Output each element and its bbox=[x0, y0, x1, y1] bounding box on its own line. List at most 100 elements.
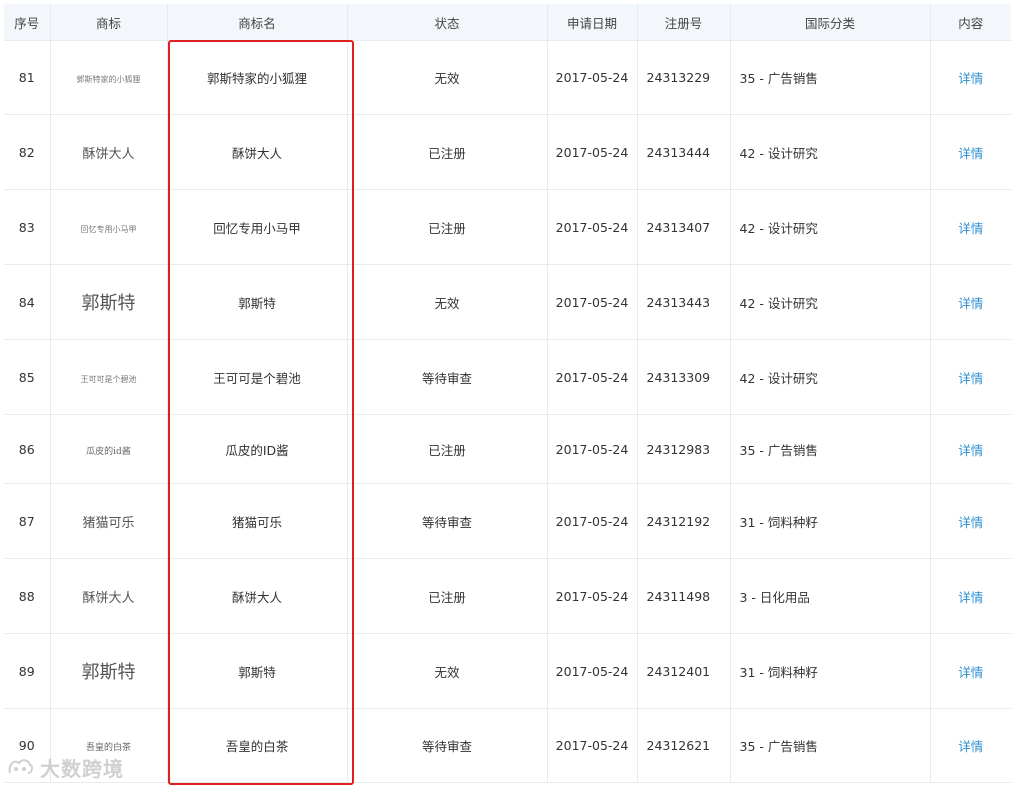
detail-link[interactable]: 详情 bbox=[930, 189, 1011, 265]
trademark-image-text: 王可可是个碧池 bbox=[80, 374, 137, 384]
col-header-class[interactable]: 国际分类 bbox=[730, 4, 931, 41]
trademark-name: 郭斯特 bbox=[167, 264, 348, 340]
row-index-text: 82 bbox=[18, 144, 35, 160]
trademark-status-text: 无效 bbox=[434, 664, 460, 680]
registration-number: 24311498 bbox=[637, 558, 731, 634]
trademark-name-text: 回忆专用小马甲 bbox=[213, 220, 301, 236]
detail-link-text[interactable]: 详情 bbox=[958, 71, 983, 86]
trademark-image-text: 郭斯特家的小狐狸 bbox=[76, 75, 141, 84]
trademark-image-text: 酥饼大人 bbox=[82, 146, 135, 162]
detail-link[interactable]: 详情 bbox=[930, 558, 1011, 634]
registration-number-text: 24312192 bbox=[646, 513, 711, 529]
trademark-image: 郭斯特 bbox=[50, 264, 168, 340]
row-index-text: 83 bbox=[18, 219, 35, 235]
trademark-image-text: 回忆专用小马甲 bbox=[80, 224, 137, 234]
detail-link-text[interactable]: 详情 bbox=[958, 296, 983, 311]
trademark-image-text: 郭斯特 bbox=[81, 293, 136, 314]
trademark-name-text: 酥饼大人 bbox=[231, 589, 282, 605]
trademark-name: 猪猫可乐 bbox=[167, 483, 348, 559]
detail-link[interactable]: 详情 bbox=[930, 339, 1011, 415]
trademark-name-text: 猪猫可乐 bbox=[231, 514, 282, 530]
table-row: 84 郭斯特 郭斯特 无效 2017-05-24 24313443 42 - 设计研究 详情 bbox=[4, 264, 1011, 340]
registration-number-text: 24312401 bbox=[646, 663, 711, 679]
row-index-text: 87 bbox=[18, 513, 35, 529]
trademark-status: 已注册 bbox=[347, 189, 548, 265]
detail-link[interactable]: 详情 bbox=[930, 264, 1011, 340]
trademark-name-text: 郭斯特 bbox=[238, 664, 276, 680]
detail-link-text[interactable]: 详情 bbox=[958, 515, 983, 530]
detail-link[interactable]: 详情 bbox=[930, 633, 1011, 709]
registration-number: 24312983 bbox=[637, 414, 731, 484]
detail-link-text[interactable]: 详情 bbox=[958, 590, 983, 605]
detail-link[interactable]: 详情 bbox=[930, 414, 1011, 484]
registration-number-text: 24311498 bbox=[646, 588, 711, 604]
detail-link-text[interactable]: 详情 bbox=[958, 371, 983, 386]
application-date-text: 2017-05-24 bbox=[555, 70, 629, 85]
detail-link-text[interactable]: 详情 bbox=[958, 665, 983, 680]
registration-number-text: 24313444 bbox=[646, 144, 711, 160]
detail-link-text[interactable]: 详情 bbox=[958, 221, 983, 236]
row-index: 86 bbox=[4, 414, 51, 484]
detail-link-text[interactable]: 详情 bbox=[958, 146, 983, 161]
international-class: 42 - 设计研究 bbox=[730, 264, 931, 340]
table-row: 89 郭斯特 郭斯特 无效 2017-05-24 24312401 31 - 饲料种籽 详情 bbox=[4, 633, 1011, 709]
detail-link[interactable]: 详情 bbox=[930, 114, 1011, 190]
application-date: 2017-05-24 bbox=[547, 264, 638, 340]
row-index-text: 89 bbox=[18, 663, 35, 679]
table-row: 85 王可可是个碧池 王可可是个碧池 等待审查 2017-05-24 24313309 42… bbox=[4, 339, 1011, 415]
trademark-name: 瓜皮的ID酱 bbox=[167, 414, 348, 484]
registration-number: 24313229 bbox=[637, 40, 731, 115]
col-header-name[interactable]: 商标名 bbox=[167, 4, 348, 41]
international-class: 35 - 广告销售 bbox=[730, 414, 931, 484]
trademark-image: 郭斯特 bbox=[50, 633, 168, 709]
international-class: 42 - 设计研究 bbox=[730, 189, 931, 265]
trademark-image: 王可可是个碧池 bbox=[50, 339, 168, 415]
col-header-status[interactable]: 状态 bbox=[347, 4, 548, 41]
international-class: 35 - 广告销售 bbox=[730, 40, 931, 115]
application-date: 2017-05-24 bbox=[547, 633, 638, 709]
registration-number-text: 24313309 bbox=[646, 369, 711, 385]
row-index: 88 bbox=[4, 558, 51, 634]
row-index: 83 bbox=[4, 189, 51, 265]
row-index: 82 bbox=[4, 114, 51, 190]
international-class: 35 - 广告销售 bbox=[730, 708, 931, 783]
application-date: 2017-05-24 bbox=[547, 483, 638, 559]
detail-link-text[interactable]: 详情 bbox=[958, 443, 983, 458]
trademark-status: 无效 bbox=[347, 633, 548, 709]
application-date-text: 2017-05-24 bbox=[555, 738, 629, 753]
trademark-status-text: 等待审查 bbox=[421, 739, 472, 754]
application-date: 2017-05-24 bbox=[547, 708, 638, 783]
trademark-image: 酥饼大人 bbox=[50, 558, 168, 634]
international-class-text: 42 - 设计研究 bbox=[739, 220, 818, 236]
watermark-text: 大数跨境 bbox=[40, 757, 124, 781]
trademark-image: 酥饼大人 bbox=[50, 114, 168, 190]
col-header-mark[interactable]: 商标 bbox=[50, 4, 168, 41]
trademark-name: 回忆专用小马甲 bbox=[167, 189, 348, 265]
col-header-reg[interactable]: 注册号 bbox=[637, 4, 731, 41]
trademark-name-text: 郭斯特家的小狐狸 bbox=[206, 71, 307, 86]
registration-number-text: 24313443 bbox=[646, 294, 711, 310]
trademark-status: 已注册 bbox=[347, 558, 548, 634]
detail-link[interactable]: 详情 bbox=[930, 40, 1011, 115]
detail-link-text[interactable]: 详情 bbox=[958, 739, 983, 754]
international-class-text: 3 - 日化用品 bbox=[739, 589, 810, 605]
trademark-image-text: 瓜皮的id酱 bbox=[86, 446, 131, 457]
watermark-logo-icon bbox=[6, 757, 34, 779]
trademark-status: 等待审查 bbox=[347, 708, 548, 783]
table-header-row: 序号 商标 商标名 状态 申请日期 注册号 国际分类 内容 bbox=[4, 4, 1011, 41]
trademark-status-text: 等待审查 bbox=[421, 514, 472, 530]
trademark-name: 郭斯特家的小狐狸 bbox=[167, 40, 348, 115]
trademark-image: 猪猫可乐 bbox=[50, 483, 168, 559]
detail-link[interactable]: 详情 bbox=[930, 483, 1011, 559]
row-index: 84 bbox=[4, 264, 51, 340]
detail-link[interactable]: 详情 bbox=[930, 708, 1011, 783]
trademark-status: 已注册 bbox=[347, 414, 548, 484]
col-header-index[interactable]: 序号 bbox=[4, 4, 51, 41]
col-header-date[interactable]: 申请日期 bbox=[547, 4, 638, 41]
international-class-text: 35 - 广告销售 bbox=[739, 71, 818, 86]
trademark-name: 吾皇的白茶 bbox=[167, 708, 348, 783]
registration-number-text: 24312621 bbox=[646, 738, 711, 753]
col-header-content[interactable]: 内容 bbox=[930, 4, 1011, 41]
trademark-status: 等待审查 bbox=[347, 339, 548, 415]
registration-number: 24312621 bbox=[637, 708, 731, 783]
